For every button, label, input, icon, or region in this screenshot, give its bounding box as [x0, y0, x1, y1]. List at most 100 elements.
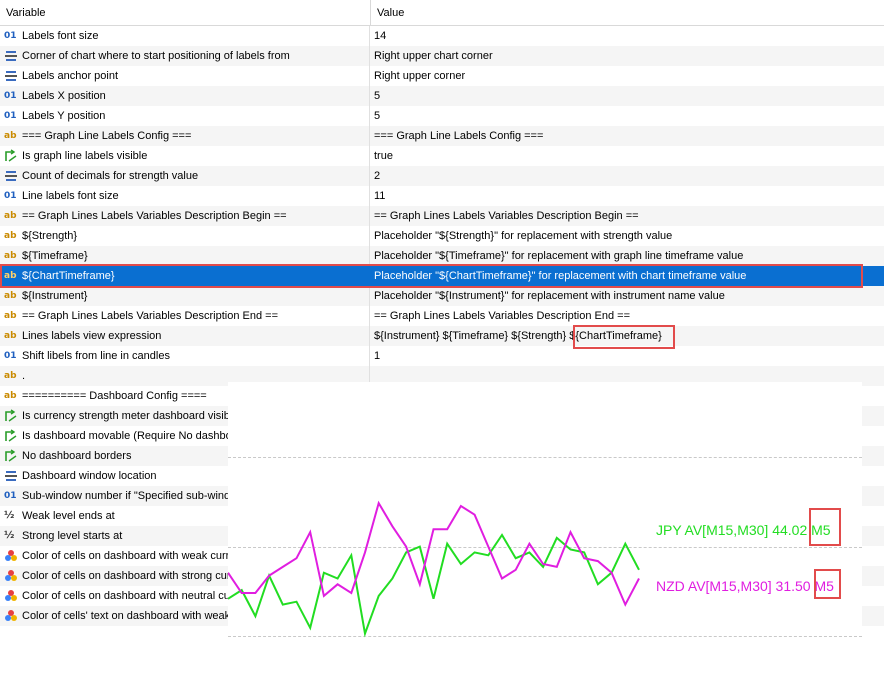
- variable-name: Dashboard window location: [22, 470, 157, 482]
- boolean-type-icon: [4, 429, 18, 443]
- variable-cell[interactable]: Labels anchor point: [0, 66, 370, 86]
- string-type-icon: ab: [4, 371, 17, 381]
- variable-cell[interactable]: ab ${ChartTimeframe}: [0, 266, 370, 286]
- value-cell[interactable]: 5: [371, 106, 884, 126]
- variable-name: ========== Dashboard Config ====: [22, 390, 207, 402]
- variable-value: Right upper chart corner: [374, 50, 493, 62]
- value-cell[interactable]: == Graph Lines Labels Variables Descript…: [371, 306, 884, 326]
- strength-chart: JPY AV[M15,M30] 44.02 M5 NZD AV[M15,M30]…: [228, 382, 862, 638]
- value-cell[interactable]: Placeholder "${Instrument}" for replacem…: [371, 286, 884, 306]
- variable-value: 14: [374, 30, 387, 42]
- double-type-icon: ½: [4, 510, 15, 521]
- table-row[interactable]: Count of decimals for strength value 2: [0, 166, 884, 186]
- table-row[interactable]: ab ${Instrument} Placeholder "${Instrument…: [0, 286, 884, 306]
- table-row[interactable]: ab ${Strength} Placeholder "${Strength}" f…: [0, 226, 884, 246]
- variable-cell[interactable]: 01 Shift libels from line in candles: [0, 346, 370, 366]
- variable-name: Strong level starts at: [22, 530, 123, 542]
- column-header-value[interactable]: Value: [371, 0, 883, 25]
- value-cell[interactable]: Placeholder "${Timeframe}" for replaceme…: [371, 246, 884, 266]
- variable-cell[interactable]: 01 Line labels font size: [0, 186, 370, 206]
- jpy-line-label: JPY AV[M15,M30] 44.02 M5: [656, 522, 831, 538]
- variable-cell[interactable]: Count of decimals for strength value: [0, 166, 370, 186]
- value-cell[interactable]: 5: [371, 86, 884, 106]
- table-row[interactable]: Labels anchor point Right upper corner: [0, 66, 884, 86]
- variable-name: ${Strength}: [22, 230, 78, 242]
- variable-cell[interactable]: ab Lines labels view expression: [0, 326, 370, 346]
- value-cell[interactable]: 14: [371, 26, 884, 46]
- variable-cell[interactable]: 01 Labels Y position: [0, 106, 370, 126]
- nzd-label-timeframe: M5: [814, 578, 834, 594]
- variable-name: Labels X position: [22, 90, 106, 102]
- enum-type-icon: [4, 69, 18, 83]
- table-row[interactable]: Corner of chart where to start positioni…: [0, 46, 884, 66]
- value-cell[interactable]: 11: [371, 186, 884, 206]
- table-row[interactable]: 01 Line labels font size 11: [0, 186, 884, 206]
- value-cell[interactable]: === Graph Line Labels Config ===: [371, 126, 884, 146]
- variable-name: Line labels font size: [22, 190, 119, 202]
- variable-cell[interactable]: 01 Labels font size: [0, 26, 370, 46]
- value-cell[interactable]: == Graph Lines Labels Variables Descript…: [371, 206, 884, 226]
- table-row[interactable]: 01 Shift libels from line in candles 1: [0, 346, 884, 366]
- integer-type-icon: 01: [4, 191, 17, 201]
- table-row[interactable]: 01 Labels font size 14: [0, 26, 884, 46]
- variable-name: === Graph Line Labels Config ===: [22, 130, 192, 142]
- jpy-series-line: [228, 533, 640, 638]
- value-cell[interactable]: Placeholder "${Strength}" for replacemen…: [371, 226, 884, 246]
- value-cell[interactable]: Right upper chart corner: [371, 46, 884, 66]
- variable-name: ${ChartTimeframe}: [22, 270, 115, 282]
- variable-value: Placeholder "${Strength}" for replacemen…: [374, 230, 673, 242]
- variable-name: Count of decimals for strength value: [22, 170, 199, 182]
- variable-value: 11: [374, 190, 386, 202]
- variable-name: == Graph Lines Labels Variables Descript…: [22, 310, 279, 322]
- value-cell[interactable]: Placeholder "${ChartTimeframe}" for repl…: [371, 266, 884, 286]
- table-row[interactable]: ab == Graph Lines Labels Variables Descri…: [0, 306, 884, 326]
- variable-cell[interactable]: ab ${Instrument}: [0, 286, 370, 306]
- jpy-label-text: JPY AV[M15,M30] 44.02: [656, 522, 812, 538]
- variable-value: Placeholder "${Timeframe}" for replaceme…: [374, 250, 744, 262]
- integer-type-icon: 01: [4, 351, 17, 361]
- variable-cell[interactable]: ab ${Timeframe}: [0, 246, 370, 266]
- color-type-icon: [4, 609, 18, 623]
- table-row[interactable]: Is graph line labels visible true: [0, 146, 884, 166]
- variable-cell[interactable]: ab == Graph Lines Labels Variables Descri…: [0, 306, 370, 326]
- table-row[interactable]: ab ${Timeframe} Placeholder "${Timeframe}"…: [0, 246, 884, 266]
- variable-cell[interactable]: 01 Labels X position: [0, 86, 370, 106]
- nzd-line-label: NZD AV[M15,M30] 31.50 M5: [656, 578, 834, 594]
- string-type-icon: ab: [4, 331, 17, 341]
- variable-name: Lines labels view expression: [22, 330, 162, 342]
- table-row[interactable]: ab == Graph Lines Labels Variables Descri…: [0, 206, 884, 226]
- grid-header: Variable Value: [0, 0, 884, 26]
- variable-cell[interactable]: ab ${Strength}: [0, 226, 370, 246]
- table-row[interactable]: ab Lines labels view expression ${Instrume…: [0, 326, 884, 346]
- variable-value: 5: [374, 90, 381, 102]
- value-cell[interactable]: ${Instrument} ${Timeframe} ${Strength} $…: [371, 326, 884, 346]
- table-row[interactable]: 01 Labels X position 5: [0, 86, 884, 106]
- variable-cell[interactable]: Is graph line labels visible: [0, 146, 370, 166]
- string-type-icon: ab: [4, 131, 17, 141]
- value-cell[interactable]: 2: [371, 166, 884, 186]
- integer-type-icon: 01: [4, 111, 17, 121]
- variable-name: ${Timeframe}: [22, 250, 88, 262]
- jpy-label-timeframe: M5: [811, 522, 831, 538]
- double-type-icon: ½: [4, 530, 15, 541]
- variable-cell[interactable]: ab === Graph Line Labels Config ===: [0, 126, 370, 146]
- variable-name: ${Instrument}: [22, 290, 88, 302]
- table-row[interactable]: ab === Graph Line Labels Config === === Gr…: [0, 126, 884, 146]
- column-header-variable[interactable]: Variable: [0, 0, 371, 25]
- integer-type-icon: 01: [4, 491, 17, 501]
- value-cell[interactable]: 1: [371, 346, 884, 366]
- variable-cell[interactable]: Corner of chart where to start positioni…: [0, 46, 370, 66]
- variable-cell[interactable]: ab == Graph Lines Labels Variables Descri…: [0, 206, 370, 226]
- variable-name: Weak level ends at: [22, 510, 115, 522]
- boolean-type-icon: [4, 149, 18, 163]
- value-cell[interactable]: true: [371, 146, 884, 166]
- variable-value: 5: [374, 110, 381, 122]
- value-cell[interactable]: Right upper corner: [371, 66, 884, 86]
- variable-name: Is currency strength meter dashboard vis…: [22, 410, 230, 422]
- integer-type-icon: 01: [4, 31, 17, 41]
- variable-value: Right upper corner: [374, 70, 466, 82]
- variable-name: No dashboard borders: [22, 450, 132, 462]
- table-row[interactable]: 01 Labels Y position 5: [0, 106, 884, 126]
- table-row[interactable]: ab ${ChartTimeframe} Placeholder "${ChartT…: [0, 266, 884, 286]
- boolean-type-icon: [4, 409, 18, 423]
